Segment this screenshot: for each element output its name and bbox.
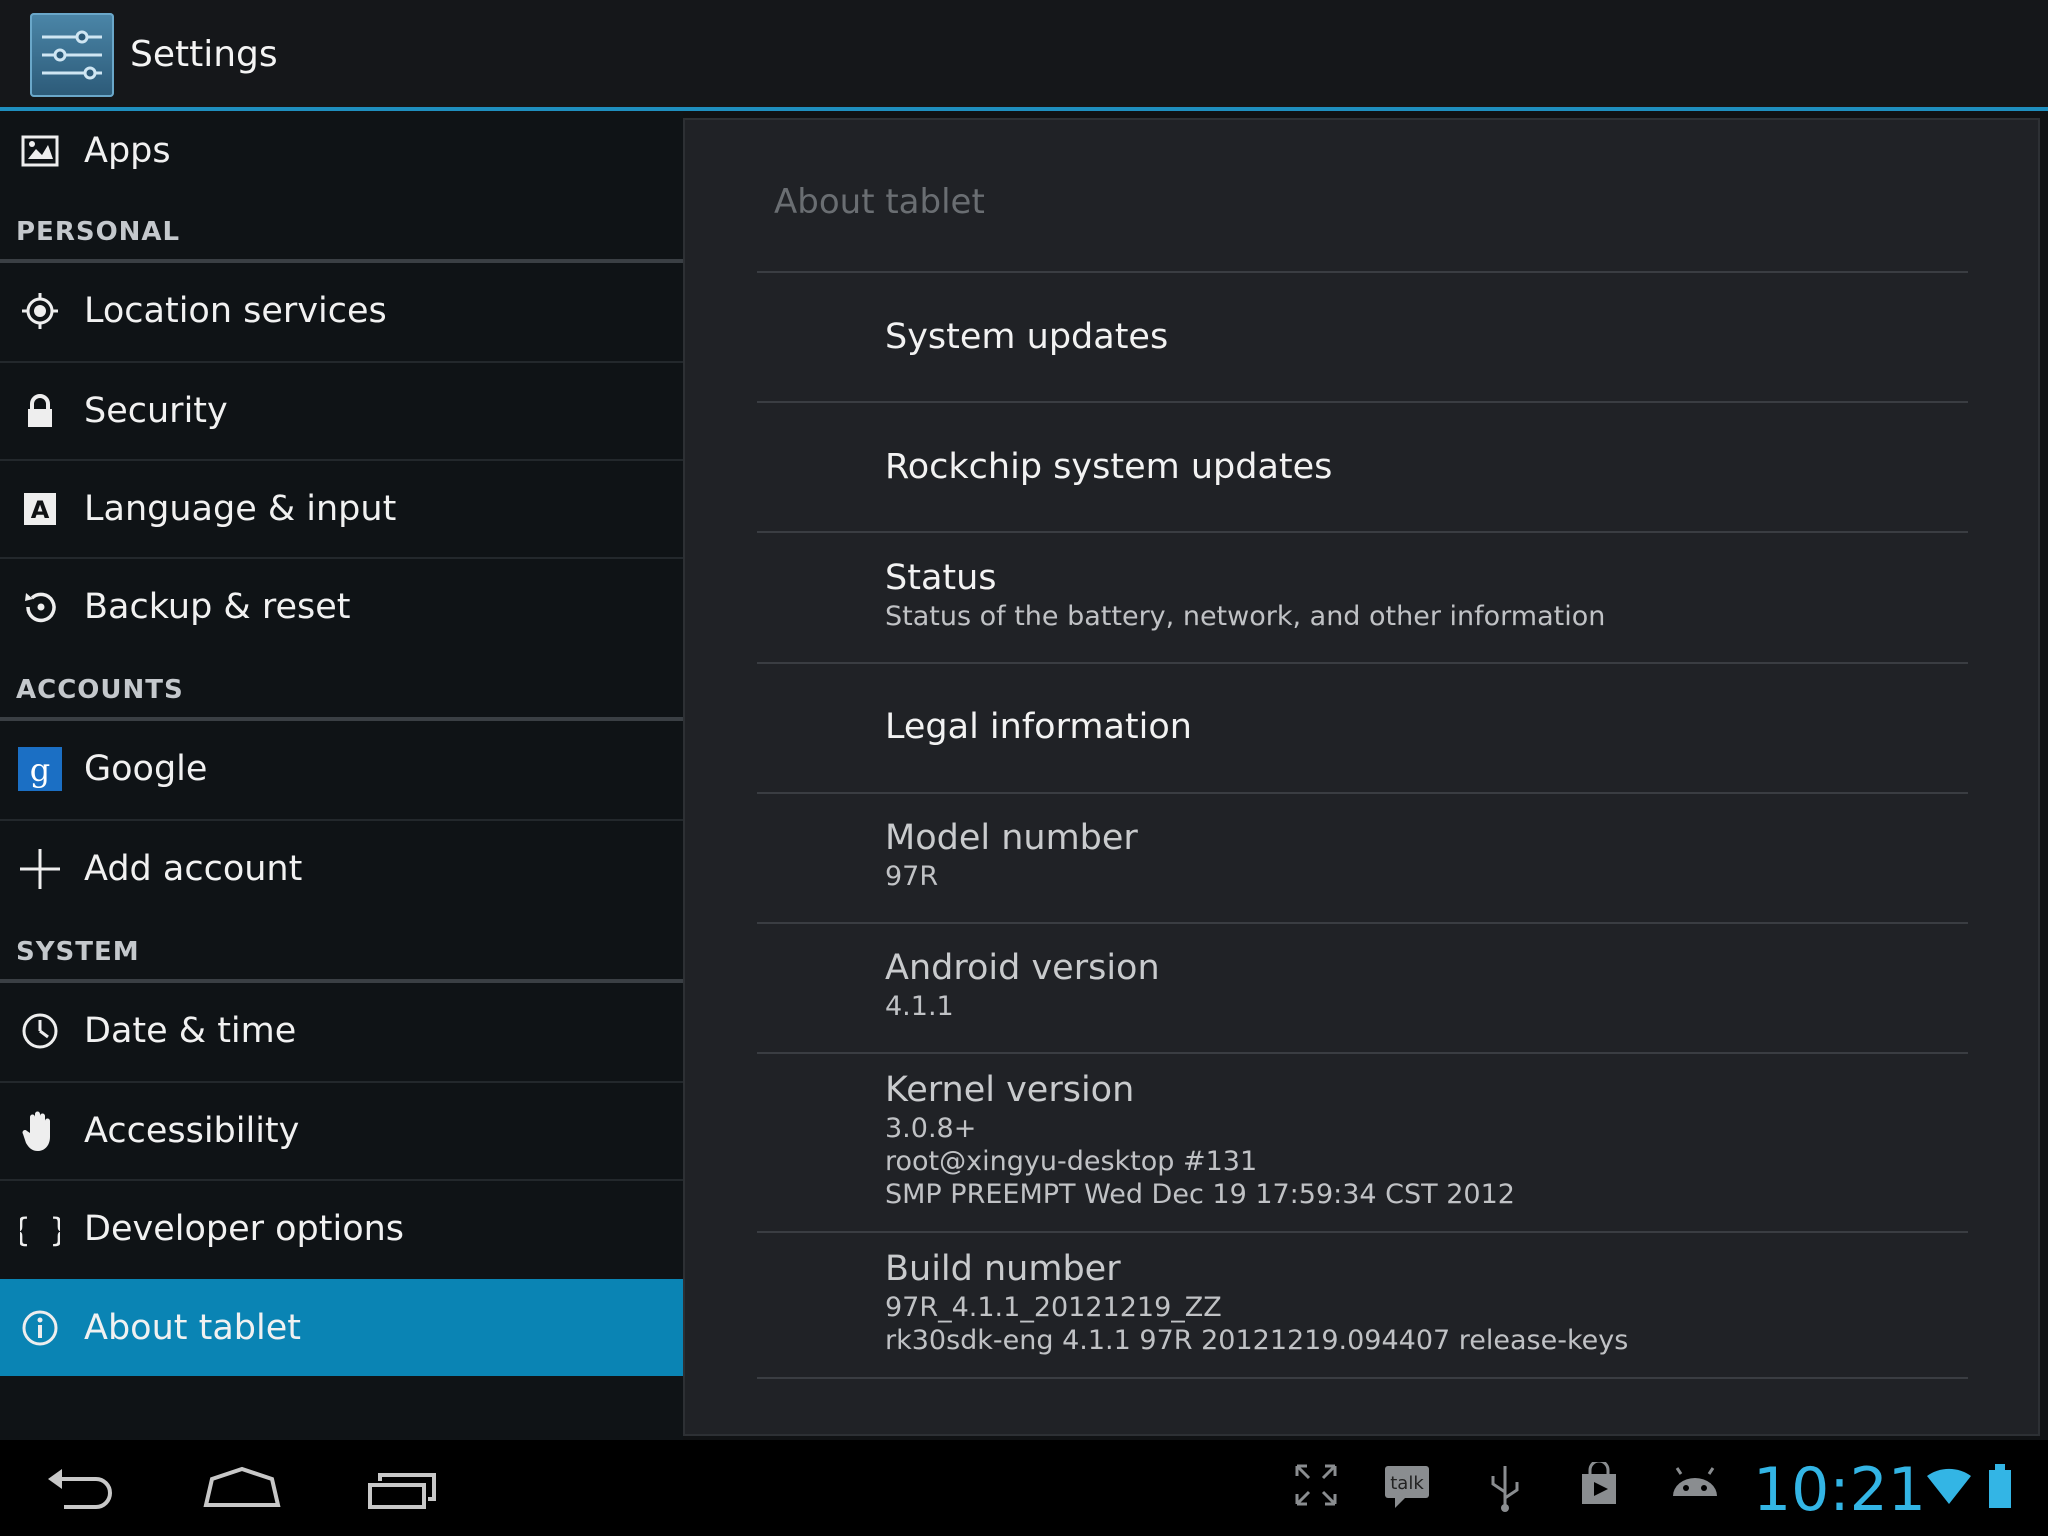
sidebar-item-developer-options[interactable]: { } Developer options bbox=[0, 1181, 683, 1277]
row-summary: Status of the battery, network, and othe… bbox=[885, 601, 1606, 632]
sidebar-item-label: Backup & reset bbox=[84, 587, 351, 627]
svg-text:{ }: { } bbox=[20, 1211, 60, 1249]
svg-text:A: A bbox=[31, 496, 50, 524]
sidebar-item-label: Add account bbox=[84, 849, 303, 889]
clock-icon bbox=[16, 1007, 64, 1055]
app-title: Settings bbox=[130, 34, 278, 75]
row-summary-line: rk30sdk-eng 4.1.1 97R 20121219.094407 re… bbox=[885, 1325, 1629, 1356]
wifi-icon[interactable] bbox=[1925, 1462, 1973, 1512]
recent-apps-button[interactable] bbox=[366, 1465, 438, 1517]
divider bbox=[757, 401, 1968, 403]
row-title: Android version bbox=[885, 948, 1160, 988]
divider bbox=[757, 1052, 1968, 1054]
rockchip-system-updates-row[interactable]: Rockchip system updates bbox=[885, 445, 1332, 489]
braces-icon: { } bbox=[16, 1205, 64, 1253]
row-title: Model number bbox=[885, 818, 1138, 858]
row-summary-line: 3.0.8+ bbox=[885, 1113, 977, 1144]
row-summary: 4.1.1 bbox=[885, 991, 954, 1022]
status-clock[interactable]: 10:21 bbox=[1753, 1455, 1926, 1525]
sidebar-item-label: Security bbox=[84, 391, 228, 431]
google-account-icon: g bbox=[16, 745, 64, 793]
sidebar-item-label: Developer options bbox=[84, 1209, 405, 1249]
system-bar bbox=[0, 1440, 2048, 1536]
section-header-accounts: ACCOUNTS bbox=[16, 675, 184, 705]
keyboard-letter-a-icon: A bbox=[16, 485, 64, 533]
sidebar-item-apps[interactable]: Apps bbox=[0, 111, 683, 191]
row-title: Legal information bbox=[885, 707, 1192, 747]
sidebar-item-accessibility[interactable]: Accessibility bbox=[0, 1083, 683, 1179]
apps-icon bbox=[16, 127, 64, 175]
row-title: Rockchip system updates bbox=[885, 447, 1333, 487]
row-title: System updates bbox=[885, 317, 1169, 357]
sidebar-item-location-services[interactable]: Location services bbox=[0, 263, 683, 359]
sidebar-item-label: Accessibility bbox=[84, 1111, 300, 1151]
android-debug-icon[interactable] bbox=[1669, 1462, 1721, 1512]
divider bbox=[757, 922, 1968, 924]
row-title: Kernel version bbox=[885, 1070, 1135, 1110]
section-header-system: SYSTEM bbox=[16, 937, 140, 967]
sidebar-item-label: Google bbox=[84, 749, 208, 789]
settings-sidebar: Apps PERSONAL Location services Security… bbox=[0, 111, 683, 1440]
divider bbox=[757, 1231, 1968, 1233]
sidebar-item-label: About tablet bbox=[84, 1307, 301, 1348]
location-target-icon bbox=[16, 287, 64, 335]
sidebar-item-add-account[interactable]: Add account bbox=[0, 821, 683, 917]
row-title: Status bbox=[885, 558, 997, 598]
row-summary-line: root@xingyu-desktop #131 bbox=[885, 1146, 1258, 1177]
sidebar-item-about-tablet[interactable]: About tablet bbox=[0, 1279, 683, 1376]
battery-icon[interactable] bbox=[1985, 1462, 2015, 1516]
talk-notification-icon[interactable]: talk bbox=[1383, 1462, 1431, 1514]
divider bbox=[757, 662, 1968, 664]
back-button[interactable] bbox=[44, 1465, 118, 1517]
svg-text:g: g bbox=[30, 751, 50, 789]
hand-icon bbox=[16, 1107, 64, 1155]
model-number-row: Model number 97R bbox=[885, 816, 1138, 893]
sidebar-item-date-time[interactable]: Date & time bbox=[0, 983, 683, 1079]
section-header-personal: PERSONAL bbox=[16, 217, 181, 247]
system-updates-row[interactable]: System updates bbox=[885, 315, 1168, 359]
sidebar-item-label: Language & input bbox=[84, 489, 397, 529]
backup-restore-icon bbox=[16, 583, 64, 631]
divider bbox=[757, 792, 1968, 794]
sidebar-item-label: Location services bbox=[84, 291, 387, 331]
build-number-row[interactable]: Build number 97R_4.1.1_20121219_ZZ rk30s… bbox=[885, 1247, 1628, 1357]
home-button[interactable] bbox=[202, 1465, 282, 1517]
fullscreen-icon[interactable] bbox=[1293, 1462, 1339, 1512]
android-version-row[interactable]: Android version 4.1.1 bbox=[885, 946, 1160, 1023]
info-icon bbox=[16, 1304, 64, 1352]
row-title: Build number bbox=[885, 1249, 1121, 1289]
detail-pane: About tablet System updates Rockchip sys… bbox=[683, 118, 2040, 1436]
sidebar-item-security[interactable]: Security bbox=[0, 363, 683, 459]
talk-label: talk bbox=[1390, 1473, 1424, 1494]
sidebar-item-language-input[interactable]: A Language & input bbox=[0, 461, 683, 557]
legal-information-row[interactable]: Legal information bbox=[885, 705, 1192, 749]
action-bar: Settings bbox=[0, 0, 2048, 111]
sidebar-item-label: Date & time bbox=[84, 1011, 297, 1051]
divider bbox=[757, 1377, 1968, 1379]
row-summary: 97R bbox=[885, 861, 939, 892]
row-summary-line: 97R_4.1.1_20121219_ZZ bbox=[885, 1292, 1222, 1323]
status-row[interactable]: Status Status of the battery, network, a… bbox=[885, 556, 1605, 633]
detail-title: About tablet bbox=[774, 182, 985, 222]
row-summary-line: SMP PREEMPT Wed Dec 19 17:59:34 CST 2012 bbox=[885, 1179, 1515, 1210]
usb-icon[interactable] bbox=[1487, 1462, 1523, 1516]
divider bbox=[757, 531, 1968, 533]
kernel-version-row: Kernel version 3.0.8+ root@xingyu-deskto… bbox=[885, 1068, 1515, 1211]
title-divider bbox=[757, 271, 1968, 273]
sidebar-item-google[interactable]: g Google bbox=[0, 721, 683, 817]
settings-app-icon[interactable] bbox=[30, 13, 114, 97]
sidebar-item-label: Apps bbox=[84, 131, 171, 171]
plus-icon bbox=[16, 845, 64, 893]
sidebar-item-backup-reset[interactable]: Backup & reset bbox=[0, 559, 683, 655]
play-store-icon[interactable] bbox=[1576, 1459, 1622, 1512]
lock-icon bbox=[16, 387, 64, 435]
